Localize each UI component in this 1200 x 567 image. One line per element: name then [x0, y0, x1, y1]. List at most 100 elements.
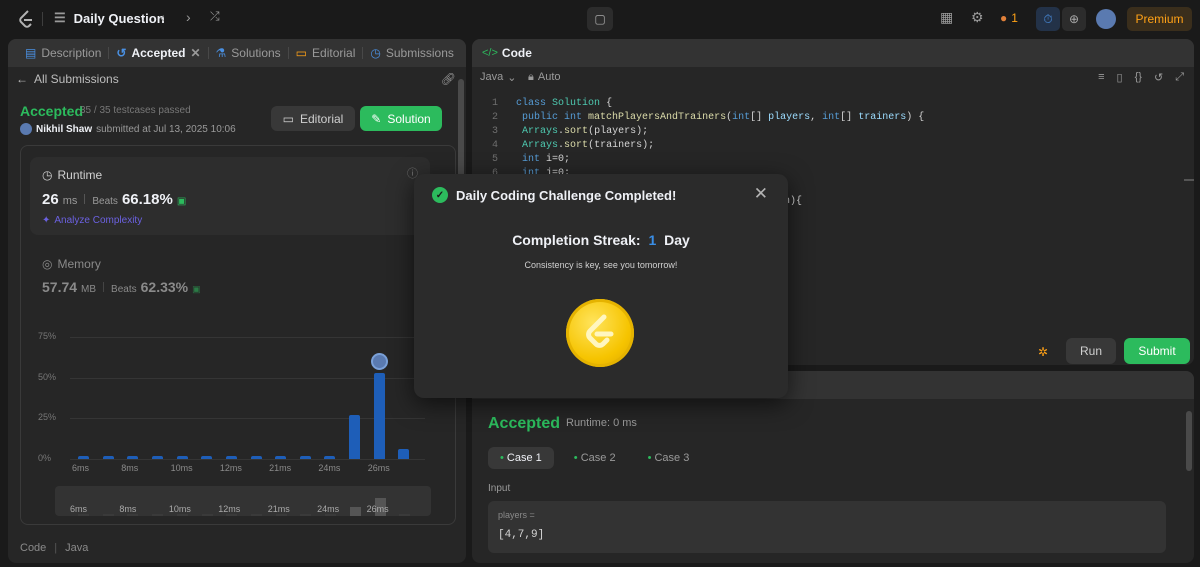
auto-mode[interactable]: 🔒︎ Auto — [528, 71, 561, 84]
braces-icon[interactable]: {} — [1135, 71, 1142, 84]
tab-case-3[interactable]: • Case 3 — [636, 447, 702, 469]
user-name[interactable]: Nikhil Shaw — [36, 124, 92, 135]
chart-bar[interactable] — [78, 456, 89, 459]
runtime-card[interactable]: ◷ Runtime ⓘ 26 ms Beats 66.18% ▣ ✦ Analyze… — [30, 157, 430, 235]
mini-bar — [176, 514, 188, 516]
streak-line: Completion Streak: 1 Day — [512, 232, 690, 248]
memory-label[interactable]: ◎ Memory — [42, 257, 101, 271]
scroll-marker — [1184, 179, 1194, 181]
badge-icon: ▣ — [192, 284, 201, 294]
editorial-button[interactable]: ▭ Editorial — [271, 106, 355, 131]
mini-tick-label: 10ms — [168, 504, 191, 514]
grid-line — [70, 337, 425, 338]
submit-button[interactable]: Submit — [1124, 338, 1190, 364]
notes-button[interactable]: ▢ — [587, 7, 613, 31]
mini-bar — [325, 514, 337, 516]
back-link[interactable]: ← All Submissions — [16, 72, 119, 86]
input-label: Input — [488, 483, 511, 494]
chart-bar[interactable] — [151, 456, 163, 459]
tab-editorial[interactable]: ▭ Editorial — [289, 46, 364, 60]
tab-accepted[interactable]: ↺ Accepted ✕ — [109, 46, 209, 60]
chart-bar[interactable] — [299, 456, 311, 459]
prev-problem-icon[interactable]: ‹ — [160, 9, 165, 25]
chart-range-selector[interactable]: 6ms 8ms 10ms 12ms 21ms 24ms 26ms — [55, 486, 431, 516]
format-icon[interactable]: ≡ — [1098, 71, 1104, 84]
chart-bar[interactable] — [102, 456, 114, 459]
chart-bar[interactable] — [398, 449, 410, 459]
problem-list-nav[interactable]: ☰ Daily Question — [54, 10, 165, 26]
shuffle-icon[interactable]: ⤮ — [210, 9, 220, 24]
tab-solutions[interactable]: ⚗ Solutions — [209, 46, 289, 60]
debug-icon[interactable]: ✲ — [1038, 345, 1048, 359]
modal-title: Daily Coding Challenge Completed! — [456, 187, 677, 203]
scrollbar[interactable] — [1186, 411, 1192, 471]
run-button[interactable]: Run — [1066, 338, 1116, 364]
chart-bar[interactable] — [176, 456, 188, 459]
leetcode-logo[interactable] — [16, 9, 36, 29]
x-tick-label: 8ms — [121, 463, 139, 473]
layout-icon[interactable]: ▦ — [940, 9, 953, 26]
chart-bar[interactable] — [250, 456, 262, 459]
x-tick-label: 6ms — [72, 463, 90, 473]
runtime-distribution-chart[interactable]: 75% 50% 25% 0% 6ms 8ms 10ms 12ms 21ms 24ms 26ms — [30, 327, 430, 477]
x-tick-label: 10ms — [170, 463, 193, 473]
next-problem-icon[interactable]: › — [186, 9, 191, 25]
document-icon: ▤ — [25, 46, 37, 60]
chart-bar[interactable] — [373, 372, 385, 459]
tab-case-2[interactable]: • Case 2 — [562, 447, 628, 469]
close-tab-icon[interactable]: ✕ — [190, 46, 200, 60]
book-icon: ▭ — [282, 111, 294, 126]
chart-bar[interactable] — [225, 456, 237, 459]
add-user-icon[interactable]: ⊕ — [1062, 7, 1086, 31]
chip-icon: ◎ — [42, 257, 53, 271]
mini-tick-label: 21ms — [267, 504, 290, 514]
mini-tick-label: 12ms — [218, 504, 241, 514]
language-select[interactable]: Java ⌄ — [480, 71, 516, 84]
tab-case-1[interactable]: • Case 1 — [488, 447, 554, 469]
left-tabs: ▤ Description ↺ Accepted ✕ ⚗ Solutions ▭ Edit… — [8, 39, 466, 67]
premium-button[interactable]: Premium — [1127, 7, 1192, 31]
book-icon: ▭ — [295, 46, 308, 60]
code-title: Code — [501, 46, 532, 60]
test-result-panel: Accepted Runtime: 0 ms • Case 1 • Case 2… — [472, 371, 1194, 563]
bookmark-icon[interactable]: ▯ — [1117, 71, 1123, 84]
avatar[interactable] — [1096, 9, 1116, 29]
tab-submissions[interactable]: ◷ Submissions — [363, 46, 461, 60]
chart-bar[interactable] — [275, 456, 287, 459]
chart-bar[interactable] — [349, 415, 361, 459]
status-accepted: Accepted — [20, 103, 84, 119]
chart-bar[interactable] — [201, 456, 213, 459]
user-avatar[interactable] — [20, 123, 32, 135]
modal-message: Consistency is key, see you tomorrow! — [524, 260, 678, 270]
chart-bar[interactable] — [127, 456, 139, 459]
analyze-complexity-link[interactable]: ✦ Analyze Complexity — [42, 215, 142, 226]
code-editor[interactable]: 1 class Solution { 2 public int matchPlay… — [484, 97, 924, 181]
tab-description[interactable]: ▤ Description — [18, 46, 110, 60]
reset-icon[interactable]: ↺ — [1154, 71, 1163, 84]
streak-counter[interactable]: ● 1 — [1000, 11, 1018, 25]
settings-gear-icon[interactable]: ⚙ — [971, 9, 984, 26]
mini-tick-label: 8ms — [119, 504, 137, 514]
mini-bar — [251, 514, 262, 516]
mini-bar — [300, 514, 312, 516]
mini-bar — [102, 514, 114, 516]
mini-bar — [399, 513, 411, 516]
chart-bar[interactable] — [324, 456, 336, 459]
share-link-icon[interactable]: 🔗︎ — [441, 72, 456, 86]
runtime-value: 26 ms Beats 66.18% ▣ — [42, 191, 187, 208]
solution-button[interactable]: ✎ Solution — [360, 106, 442, 131]
timer-icon[interactable]: ⏱ — [1036, 7, 1060, 31]
expand-icon[interactable]: ⤢ — [1175, 71, 1184, 84]
chevron-down-icon: ⌄ — [507, 72, 517, 84]
scrollbar[interactable] — [458, 79, 464, 179]
daily-question-title[interactable]: Daily Question — [74, 11, 165, 26]
mini-bar — [78, 514, 89, 516]
input-box[interactable]: players = [4,7,9] — [488, 501, 1166, 553]
close-icon[interactable]: ✕ — [754, 184, 768, 204]
edit-icon: ✎ — [371, 111, 382, 126]
mini-bar — [201, 514, 213, 516]
mini-tick-label: 6ms — [70, 504, 88, 514]
streak-count: 1 — [1011, 11, 1018, 25]
sparkle-icon: ✦ — [42, 215, 51, 226]
clock-icon: ◷ — [42, 168, 53, 182]
